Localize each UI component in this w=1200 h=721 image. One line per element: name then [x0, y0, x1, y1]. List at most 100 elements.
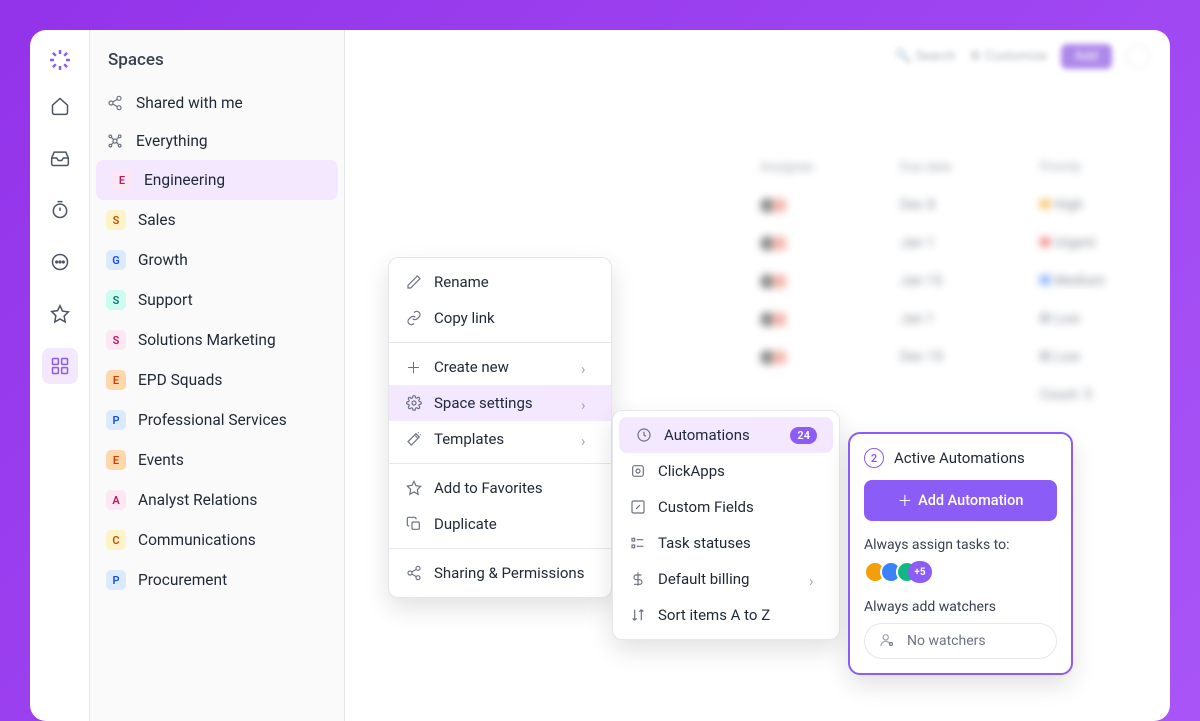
automation-icon — [635, 427, 652, 444]
menu-create-new[interactable]: ＋ Create new › — [389, 349, 611, 385]
submenu-sort[interactable]: Sort items A to Z — [613, 597, 839, 633]
timer-icon[interactable] — [42, 192, 78, 228]
space-badge: S — [106, 290, 126, 310]
popover-title: Active Automations — [894, 449, 1025, 467]
plus-icon: ＋ — [898, 490, 913, 511]
space-badge: G — [106, 250, 126, 270]
space-item[interactable]: G Growth — [90, 240, 344, 280]
chevron-right-icon: › — [809, 572, 823, 586]
menu-duplicate[interactable]: Duplicate — [389, 506, 611, 542]
menu-space-settings[interactable]: Space settings › — [389, 385, 611, 421]
space-item-label: Sales — [138, 211, 176, 229]
sidebar-shared-with-me[interactable]: Shared with me — [90, 84, 344, 122]
space-item-label: Professional Services — [138, 411, 287, 429]
watchers-label: Always add watchers — [864, 599, 1057, 615]
submenu-space-settings: Automations 24 ClickApps Custom Fields T… — [612, 410, 840, 640]
automation-count: 2 — [864, 448, 884, 468]
space-item[interactable]: A Analyst Relations — [90, 480, 344, 520]
inbox-icon[interactable] — [42, 140, 78, 176]
space-badge: P — [106, 410, 126, 430]
sidebar-item-label: Everything — [136, 132, 208, 150]
spaces-sidebar: Spaces Shared with me Everything E Engine… — [90, 30, 345, 721]
share-icon — [405, 565, 422, 582]
space-badge: E — [106, 370, 126, 390]
space-item[interactable]: S Solutions Marketing — [90, 320, 344, 360]
submenu-task-statuses[interactable]: Task statuses — [613, 525, 839, 561]
pencil-icon — [405, 274, 422, 291]
background-content: Assignee Due date Priority Dec 8HighJan … — [685, 160, 1150, 403]
watchers-text: No watchers — [907, 633, 986, 649]
assignee-more-count: +5 — [908, 561, 932, 583]
space-item[interactable]: E Events — [90, 440, 344, 480]
assignee-avatars[interactable]: +5 — [864, 561, 1057, 583]
submenu-automations[interactable]: Automations 24 — [619, 417, 833, 453]
assign-label: Always assign tasks to: — [864, 537, 1057, 553]
menu-sharing[interactable]: Sharing & Permissions — [389, 555, 611, 591]
automations-popover: 2 Active Automations ＋ Add Automation Al… — [848, 432, 1073, 675]
submenu-default-billing[interactable]: Default billing › — [613, 561, 839, 597]
automations-count-badge: 24 — [790, 427, 817, 444]
space-item[interactable]: EEPD Squads — [90, 360, 344, 400]
space-item-label: Events — [138, 451, 184, 469]
submenu-custom-fields[interactable]: Custom Fields — [613, 489, 839, 525]
network-icon — [106, 132, 124, 150]
link-icon — [405, 310, 422, 327]
chevron-right-icon: › — [581, 396, 595, 410]
customize-button[interactable]: ⚙ Customize — [970, 49, 1047, 64]
share-icon — [106, 94, 124, 112]
toolbar: 🔍 Search ⚙ Customize Add — [895, 44, 1150, 69]
space-badge: E — [106, 450, 126, 470]
status-icon — [629, 535, 646, 552]
space-item[interactable]: P Procurement — [90, 560, 344, 600]
menu-add-favorites[interactable]: Add to Favorites — [389, 470, 611, 506]
space-badge: S — [106, 210, 126, 230]
search-button[interactable]: 🔍 Search — [895, 49, 955, 64]
chevron-right-icon: › — [581, 360, 595, 374]
space-item-label: Support — [138, 291, 193, 309]
watchers-selector[interactable]: No watchers — [864, 623, 1057, 659]
space-badge: C — [106, 530, 126, 550]
chevron-right-icon: › — [581, 432, 595, 446]
space-list: E Engineering S Sales G Growth S Support S Soluti… — [90, 160, 344, 600]
submenu-clickapps[interactable]: ClickApps — [613, 453, 839, 489]
edit-icon — [629, 499, 646, 516]
menu-rename[interactable]: Rename — [389, 264, 611, 300]
more-icon[interactable] — [42, 244, 78, 280]
app-logo — [48, 48, 72, 72]
space-badge: E — [112, 170, 132, 190]
space-item-label: Analyst Relations — [138, 491, 257, 509]
nav-rail — [30, 30, 90, 721]
sidebar-item-label: Shared with me — [136, 94, 243, 112]
user-avatar[interactable] — [1126, 45, 1150, 69]
space-item[interactable]: C Communications — [90, 520, 344, 560]
sort-icon — [629, 607, 646, 624]
space-item[interactable]: E Engineering — [96, 160, 338, 200]
copy-icon — [405, 516, 422, 533]
space-badge: P — [106, 570, 126, 590]
space-item[interactable]: S Sales — [90, 200, 344, 240]
home-icon[interactable] — [42, 88, 78, 124]
user-plus-icon — [879, 632, 897, 650]
grid-icon[interactable] — [42, 348, 78, 384]
space-item-label: Growth — [138, 251, 188, 269]
plus-icon: ＋ — [405, 359, 422, 376]
add-button[interactable]: Add — [1061, 44, 1112, 69]
popover-header: 2 Active Automations — [864, 448, 1057, 468]
sidebar-title: Spaces — [90, 30, 344, 84]
space-badge: S — [106, 330, 126, 350]
menu-copy-link[interactable]: Copy link — [389, 300, 611, 336]
space-item[interactable]: P Professional Services — [90, 400, 344, 440]
space-item[interactable]: S Support — [90, 280, 344, 320]
menu-templates[interactable]: Templates › — [389, 421, 611, 457]
dollar-icon — [629, 571, 646, 588]
space-item-label: Procurement — [138, 571, 227, 589]
sidebar-everything[interactable]: Everything — [90, 122, 344, 160]
add-automation-button[interactable]: ＋ Add Automation — [864, 480, 1057, 521]
star-icon[interactable] — [42, 296, 78, 332]
space-item-label: Engineering — [144, 171, 225, 189]
space-item-label: Communications — [138, 531, 256, 549]
space-item-label: Solutions Marketing — [138, 331, 276, 349]
wand-icon — [405, 431, 422, 448]
context-menu-space: Rename Copy link ＋ Create new › Space se… — [388, 257, 612, 598]
space-badge: A — [106, 490, 126, 510]
